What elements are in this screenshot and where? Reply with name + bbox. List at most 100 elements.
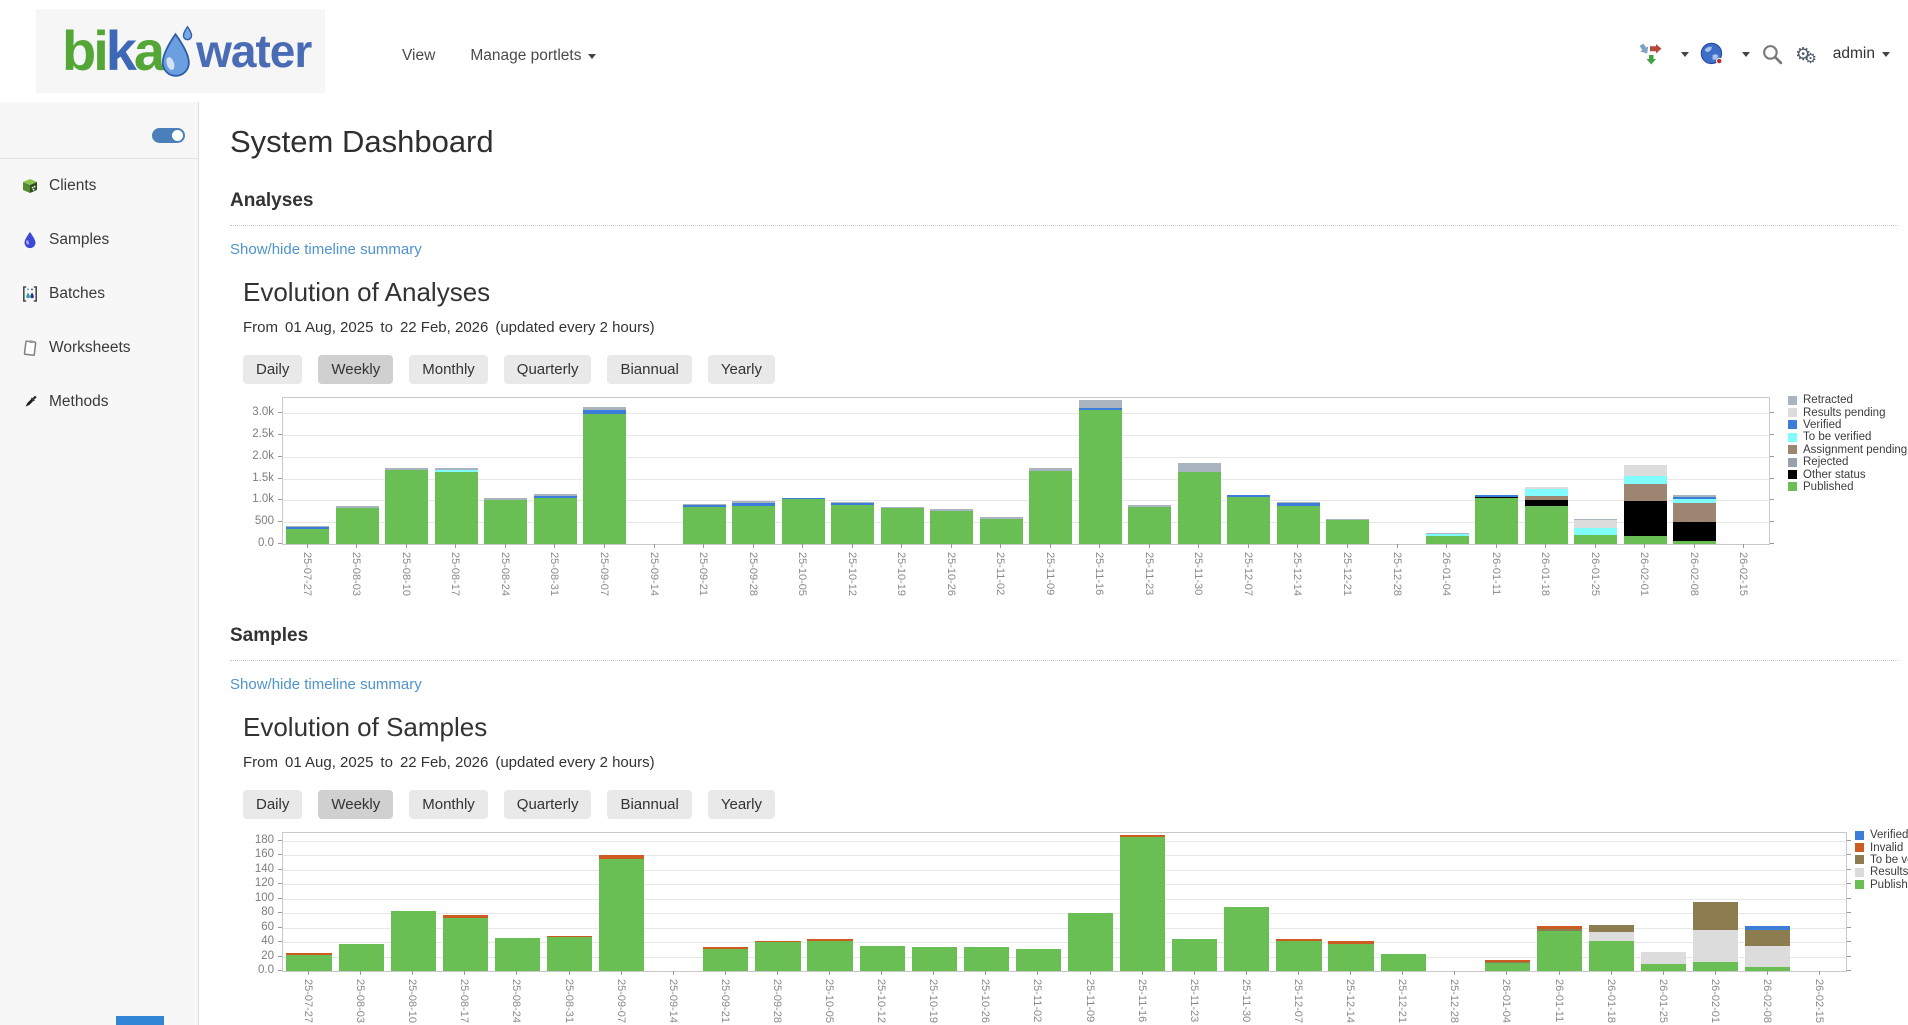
- x-axis-tick-label: 25-10-19: [895, 552, 907, 596]
- x-axis-tick-label: 25-08-03: [354, 979, 366, 1023]
- period-biannual-button[interactable]: Biannual: [607, 790, 691, 819]
- sidebar-item-methods[interactable]: Methods: [0, 375, 198, 429]
- bar-25-11-09: [1029, 468, 1072, 544]
- gears-icon[interactable]: ⚙⚙: [1795, 44, 1810, 65]
- legend-item: Other status: [1788, 468, 1907, 480]
- period-yearly-button[interactable]: Yearly: [708, 355, 775, 384]
- x-axis-tick-label: 25-09-21: [697, 552, 709, 596]
- samples-chart-block: Evolution of Samples From01 Aug, 2025to2…: [243, 712, 1908, 1022]
- period-yearly-button[interactable]: Yearly: [708, 790, 775, 819]
- segment-published: [1227, 497, 1270, 544]
- date-note: (updated every 2 hours): [495, 319, 654, 336]
- x-axis-tick-label: 25-08-17: [449, 552, 461, 596]
- nav-manage-portlets-link[interactable]: Manage portlets: [470, 47, 596, 65]
- samples-section: Samples Show/hide timeline summary Evolu…: [230, 625, 1908, 1022]
- legend-item: Published: [1788, 481, 1907, 493]
- sidebar-item-samples[interactable]: Samples: [0, 213, 198, 267]
- gear-icon: ⚙: [1795, 44, 1804, 65]
- segment-published: [1079, 410, 1122, 545]
- period-daily-button[interactable]: Daily: [243, 355, 302, 384]
- search-icon[interactable]: [1761, 43, 1784, 66]
- segment-results-pending: [1693, 930, 1738, 963]
- x-axis-tick-label: 25-10-12: [875, 979, 887, 1023]
- period-weekly-button[interactable]: Weekly: [318, 355, 393, 384]
- sidebar-item-batches[interactable]: Batches: [0, 267, 198, 321]
- period-quarterly-button[interactable]: Quarterly: [504, 355, 592, 384]
- legend-label: Rejected: [1803, 456, 1848, 468]
- workflow-icon[interactable]: [1638, 43, 1663, 66]
- bar-25-11-23: [1128, 505, 1171, 544]
- segment-published: [1128, 507, 1171, 544]
- user-menu[interactable]: admin: [1833, 45, 1890, 63]
- globe-icon[interactable]: [1700, 42, 1724, 66]
- samples-timeline-toggle-link[interactable]: Show/hide timeline summary: [230, 676, 422, 693]
- segment-published: [534, 498, 577, 544]
- sidebar-item-worksheets[interactable]: Worksheets: [0, 321, 198, 375]
- segment-published: [1068, 913, 1113, 971]
- period-monthly-button[interactable]: Monthly: [409, 355, 488, 384]
- bar-25-08-31: [547, 936, 592, 972]
- legend-item: Invalid: [1855, 841, 1908, 853]
- segment-published: [782, 499, 825, 544]
- x-axis-tick-label: 25-10-05: [823, 979, 835, 1023]
- bar-25-12-21: [1326, 519, 1369, 544]
- legend-label: To be verified: [1803, 431, 1871, 443]
- chevron-down-icon[interactable]: [1681, 52, 1689, 57]
- legend-label: Results pending: [1803, 407, 1885, 419]
- segment-published: [1016, 949, 1061, 971]
- sidebar-item-clients[interactable]: Clients: [0, 159, 198, 213]
- y-axis-tick-label: 20: [243, 949, 274, 963]
- period-biannual-button[interactable]: Biannual: [607, 355, 691, 384]
- sidebar-collapse-toggle[interactable]: [152, 128, 185, 143]
- plot-area: [282, 832, 1847, 972]
- sidebar-item-label: Clients: [49, 177, 96, 195]
- segment-other-status: [1624, 501, 1667, 536]
- legend-swatch: [1855, 831, 1864, 840]
- bar-25-10-12: [831, 502, 874, 544]
- period-daily-button[interactable]: Daily: [243, 790, 302, 819]
- batches-icon: [21, 285, 39, 303]
- period-monthly-button[interactable]: Monthly: [409, 790, 488, 819]
- samples-date-range: From01 Aug, 2025to22 Feb, 2026(updated e…: [243, 754, 1908, 771]
- bar-25-09-07: [599, 855, 644, 971]
- bar-26-01-11: [1475, 495, 1518, 544]
- x-axis-tick-label: 25-08-10: [400, 552, 412, 596]
- segment-published: [703, 949, 748, 971]
- x-axis-tick-label: 25-08-24: [510, 979, 522, 1023]
- legend-item: Published: [1855, 879, 1908, 891]
- bar-26-02-01: [1693, 902, 1738, 971]
- x-axis-tick-label: 26-02-15: [1813, 979, 1825, 1023]
- period-quarterly-button[interactable]: Quarterly: [504, 790, 592, 819]
- x-axis-tick-label: 25-08-17: [458, 979, 470, 1023]
- bar-26-02-01: [1624, 465, 1667, 544]
- period-weekly-button[interactable]: Weekly: [318, 790, 393, 819]
- segment-published: [583, 414, 626, 544]
- nav-view-link[interactable]: View: [402, 47, 435, 65]
- y-axis-tick-label: 60: [243, 920, 274, 934]
- analyses-timeline-toggle-link[interactable]: Show/hide timeline summary: [230, 241, 422, 258]
- segment-published: [1589, 941, 1634, 971]
- segment-published: [1172, 939, 1217, 972]
- segment-published: [831, 505, 874, 544]
- segment-to-be-verified: [1589, 925, 1634, 932]
- x-axis-tick-label: 25-07-27: [302, 979, 314, 1023]
- segment-published: [1641, 964, 1686, 971]
- segment-published: [1426, 536, 1469, 544]
- y-axis-tick-label: 500: [243, 514, 274, 528]
- bar-25-09-21: [703, 947, 748, 971]
- x-axis-tick-label: 25-10-26: [979, 979, 991, 1023]
- legend-item: To be verified: [1855, 854, 1908, 866]
- x-axis-tick-label: 25-12-28: [1448, 979, 1460, 1023]
- brand-logo[interactable]: bika water: [36, 9, 325, 93]
- x-axis-tick-label: 25-12-07: [1242, 552, 1254, 596]
- chevron-down-icon[interactable]: [1742, 52, 1750, 57]
- segment-published: [860, 946, 905, 971]
- bar-25-08-17: [443, 915, 488, 971]
- legend-item: To be verified: [1788, 431, 1907, 443]
- bar-25-10-19: [881, 507, 924, 544]
- bar-25-08-10: [385, 468, 428, 544]
- segment-published: [732, 506, 775, 544]
- segment-other-status: [1673, 522, 1716, 540]
- bar-26-01-11: [1537, 926, 1582, 971]
- x-axis-tick-label: 25-11-30: [1192, 552, 1204, 595]
